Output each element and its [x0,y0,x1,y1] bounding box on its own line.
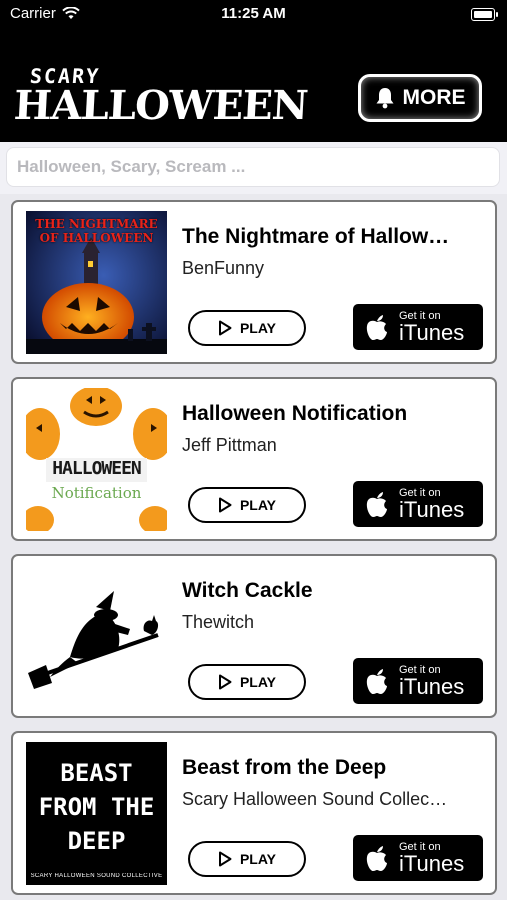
play-button[interactable]: PLAY [188,487,306,523]
itunes-big-label: iTunes [399,850,465,876]
play-button-label: PLAY [239,320,277,336]
more-button[interactable]: MORE [358,74,482,122]
itunes-button[interactable]: Get it on iTunes [353,304,483,350]
witch-silhouette-icon [28,591,159,689]
play-button-label: PLAY [239,497,277,513]
status-time: 11:25 AM [221,5,286,22]
song-artist: Scary Halloween Sound Collec… [182,789,448,809]
song-artwork-witch [26,565,167,708]
artwork-title-text: BEAST FROM THE DEEP [38,759,155,855]
artwork-subtitle-text: Notification [51,484,142,502]
app-header: Carrier 11:25 AM SCARY HALLOWEEN MORE [0,0,507,142]
search-placeholder: Halloween, Scary, Scream ... [17,157,246,176]
song-title: Halloween Notification [182,402,408,425]
play-button-label: PLAY [239,674,277,690]
search-bar-container: Halloween, Scary, Scream ... [0,142,507,194]
artwork-subtitle-text: SCARY HALLOWEEN SOUND COLLECTIVE [30,873,163,879]
itunes-button[interactable]: Get it on iTunes [353,835,483,881]
itunes-big-label: iTunes [399,496,465,522]
play-icon [218,674,232,690]
itunes-big-label: iTunes [399,319,465,345]
apple-icon [366,669,387,694]
logo-halloween-text: HALLOWEEN [12,82,309,129]
battery-icon [471,8,498,21]
itunes-button[interactable]: Get it on iTunes [353,658,483,704]
play-icon [218,320,232,336]
song-title: Beast from the Deep [182,756,387,779]
apple-icon [366,846,387,871]
song-artwork-nightmare: THE NIGHTMARE OF HALLOWEEN [26,211,167,354]
itunes-button[interactable]: Get it on iTunes [353,481,483,527]
artwork-title-text: THE NIGHTMARE OF HALLOWEEN [35,217,158,245]
song-title: The Nightmare of Hallow… [182,225,450,248]
song-title: Witch Cackle [182,579,313,602]
more-button-label: MORE [402,86,466,109]
song-artwork-notification: HALLOWEEN Notification [26,388,167,531]
play-button-label: PLAY [239,851,277,867]
song-card[interactable]: HALLOWEEN Notification Halloween Notific… [11,377,497,541]
play-button[interactable]: PLAY [188,664,306,700]
bell-icon [376,88,393,109]
play-icon [218,497,232,513]
artwork-title-text: HALLOWEEN [52,458,142,479]
song-card[interactable]: BEAST FROM THE DEEP SCARY HALLOWEEN SOUN… [11,731,497,895]
song-artist: Thewitch [182,612,255,632]
apple-icon [366,315,387,340]
search-input[interactable]: Halloween, Scary, Scream ... [6,147,500,187]
play-button[interactable]: PLAY [188,310,306,346]
play-icon [218,851,232,867]
status-bar: Carrier 11:25 AM [0,0,507,28]
apple-icon [366,492,387,517]
play-button[interactable]: PLAY [188,841,306,877]
song-artwork-beast: BEAST FROM THE DEEP SCARY HALLOWEEN SOUN… [26,742,167,885]
itunes-big-label: iTunes [399,673,465,699]
song-card[interactable]: Witch Cackle Thewitch PLAY Get it on iTu… [11,554,497,718]
song-card[interactable]: THE NIGHTMARE OF HALLOWEEN The Nightmare… [11,200,497,364]
song-artist: Jeff Pittman [182,435,277,455]
song-artist: BenFunny [182,258,265,278]
